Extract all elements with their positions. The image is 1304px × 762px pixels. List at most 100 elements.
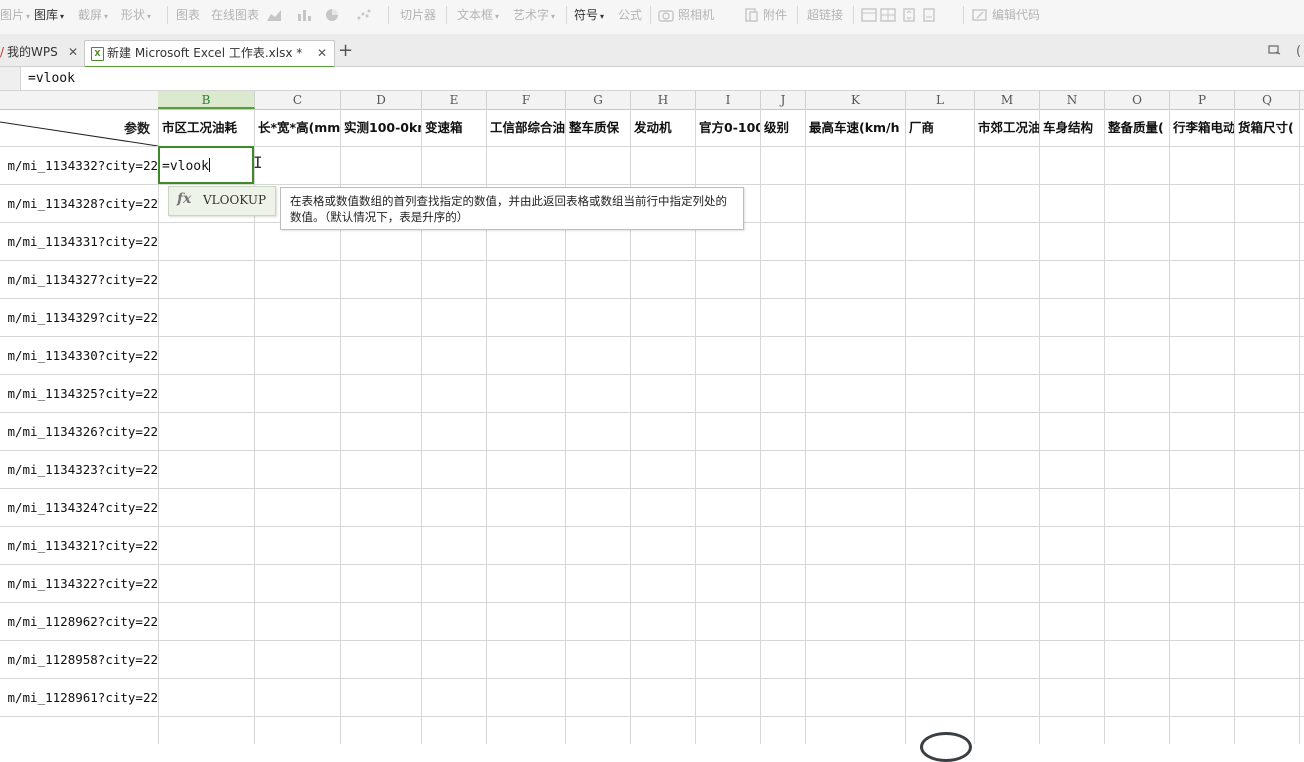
column-header-e[interactable]: E	[422, 91, 487, 109]
gridline	[0, 412, 1304, 413]
header-cell-c[interactable]: 长*宽*高(mm	[255, 110, 340, 146]
function-autocomplete[interactable]: fx VLOOKUP	[168, 186, 276, 216]
text-caret	[208, 158, 210, 172]
column-header-i[interactable]: I	[696, 91, 761, 109]
url-cell[interactable]: m/mi_1134329?city=22	[0, 299, 158, 337]
formula-input[interactable]: =vlook	[28, 70, 75, 88]
ribbon-picture[interactable]: 图片 ▾	[0, 4, 30, 26]
new-tab-plus-icon[interactable]: +	[338, 40, 353, 62]
url-cell[interactable]: m/mi_1134331?city=22	[0, 223, 158, 261]
name-box-edge[interactable]	[0, 67, 21, 90]
column-header-m[interactable]: M	[975, 91, 1040, 109]
table-icon[interactable]	[880, 8, 896, 22]
active-cell-b2[interactable]: =vlook	[158, 146, 254, 184]
scatter-chart-icon[interactable]	[356, 8, 372, 22]
header-cell-k[interactable]: 最高车速(km/h	[806, 110, 905, 146]
column-header-b[interactable]: B	[158, 91, 255, 109]
ribbon-chart[interactable]: 图表	[176, 4, 200, 26]
column-header-q[interactable]: Q	[1235, 91, 1300, 109]
ribbon-textbox[interactable]: 文本框 ▾	[457, 4, 499, 26]
gridline	[1299, 109, 1300, 744]
ribbon-camera[interactable]: 照相机	[678, 4, 714, 26]
header-cell-p[interactable]: 行李箱电动	[1170, 110, 1234, 146]
column-header-a[interactable]	[0, 91, 159, 109]
ribbon-shapes[interactable]: 形状 ▾	[121, 4, 151, 26]
url-cell[interactable]: m/mi_1134321?city=22	[0, 527, 158, 565]
header-cell-g[interactable]: 整车质保	[566, 110, 630, 146]
column-header-f[interactable]: F	[487, 91, 566, 109]
url-cell[interactable]: m/mi_1134325?city=22	[0, 375, 158, 413]
wps-logo-icon: /	[0, 45, 5, 59]
column-header-k[interactable]: K	[806, 91, 906, 109]
cell-a1-params-header[interactable]: 参数	[0, 110, 158, 146]
url-cell[interactable]: m/mi_1128958?city=22	[0, 641, 158, 679]
pie-chart-icon[interactable]	[325, 8, 341, 22]
gridline	[0, 184, 1304, 185]
ribbon-screenshot-label: 截屏	[78, 8, 103, 22]
url-cell[interactable]: m/mi_1134332?city=22	[0, 147, 158, 185]
bar-chart-icon[interactable]	[297, 8, 313, 22]
ribbon-divider	[797, 6, 798, 24]
header-cell-i[interactable]: 官方0-100	[696, 110, 760, 146]
gridline	[0, 564, 1304, 565]
ribbon-equation[interactable]: 公式	[618, 4, 642, 26]
url-cell[interactable]: m/mi_1134323?city=22	[0, 451, 158, 489]
header-cell-b[interactable]: 市区工况油耗	[159, 110, 254, 146]
gridline	[905, 109, 906, 744]
url-cell[interactable]: m/mi_1128962?city=22	[0, 603, 158, 641]
url-cell[interactable]: m/mi_1134328?city=22	[0, 185, 158, 223]
autocomplete-item-vlookup[interactable]: VLOOKUP	[203, 193, 266, 207]
header-cell-m[interactable]: 市郊工况油	[975, 110, 1039, 146]
close-icon[interactable]: ✕	[317, 41, 327, 65]
header-cell-n[interactable]: 车身结构	[1040, 110, 1104, 146]
ribbon-attachment[interactable]: 附件	[763, 4, 787, 26]
ribbon-slicer[interactable]: 切片器	[400, 4, 436, 26]
floating-ball-widget[interactable]	[920, 732, 972, 762]
column-header-c[interactable]: C	[255, 91, 341, 109]
gridline	[0, 374, 1304, 375]
ribbon-screenshot[interactable]: 截屏 ▾	[78, 4, 108, 26]
url-cell[interactable]: m/mi_1134322?city=22	[0, 565, 158, 603]
ribbon-symbol[interactable]: 符号 ▾	[574, 4, 604, 26]
ribbon-gallery[interactable]: 图库 ▾	[34, 4, 64, 26]
url-cell[interactable]: m/mi_1134330?city=22	[0, 337, 158, 375]
ribbon-edit-code[interactable]: 编辑代码	[992, 4, 1040, 26]
header-cell-d[interactable]: 实测100-0km	[341, 110, 421, 146]
ribbon-online-chart[interactable]: 在线图表	[211, 4, 259, 26]
object-icon[interactable]	[901, 8, 917, 22]
close-icon[interactable]: ✕	[68, 40, 78, 64]
header-cell-q[interactable]: 货箱尺寸(	[1235, 110, 1299, 146]
header-cell-f[interactable]: 工信部综合油	[487, 110, 565, 146]
header-cell-o[interactable]: 整备质量(	[1105, 110, 1169, 146]
header-cell-j[interactable]: 级别	[761, 110, 805, 146]
tab-menu-icon[interactable]	[1268, 44, 1282, 56]
gridline	[0, 602, 1304, 603]
url-cell[interactable]: m/mi_1128961?city=22	[0, 679, 158, 717]
page-number-icon[interactable]	[921, 8, 937, 22]
column-header-j[interactable]: J	[761, 91, 806, 109]
header-cell-e[interactable]: 变速箱	[422, 110, 486, 146]
tab-my-wps[interactable]: / 我的WPS ✕	[0, 40, 82, 65]
url-cell[interactable]: m/mi_1134327?city=22	[0, 261, 158, 299]
active-cell-editor[interactable]: =vlook	[162, 158, 210, 175]
area-chart-icon[interactable]	[266, 8, 282, 22]
column-header-n[interactable]: N	[1040, 91, 1105, 109]
header-cell-l[interactable]: 厂商	[906, 110, 974, 146]
column-header-p[interactable]: P	[1170, 91, 1235, 109]
ribbon-wordart[interactable]: 艺术字 ▾	[513, 4, 555, 26]
ribbon-toolbar: 图片 ▾ 图库 ▾ 截屏 ▾ 形状 ▾ 图表 在线图表 切片器 文本框 ▾ 艺术字 ▾ 符号…	[0, 0, 1304, 35]
column-header-g[interactable]: G	[566, 91, 631, 109]
ribbon-hyperlink[interactable]: 超链接	[807, 4, 843, 26]
header-cell-h[interactable]: 发动机	[631, 110, 695, 146]
header-footer-icon[interactable]	[861, 8, 877, 22]
url-cell[interactable]: m/mi_1134324?city=22	[0, 489, 158, 527]
column-header-o[interactable]: O	[1105, 91, 1170, 109]
column-header-d[interactable]: D	[341, 91, 422, 109]
tab-workbook[interactable]: X 新建 Microsoft Excel 工作表.xlsx * ✕	[84, 40, 335, 68]
ribbon-chart-label: 图表	[176, 8, 201, 22]
column-header-h[interactable]: H	[631, 91, 696, 109]
column-header-l[interactable]: L	[906, 91, 975, 109]
gridline	[1104, 109, 1105, 744]
gridline	[0, 450, 1304, 451]
url-cell[interactable]: m/mi_1134326?city=22	[0, 413, 158, 451]
